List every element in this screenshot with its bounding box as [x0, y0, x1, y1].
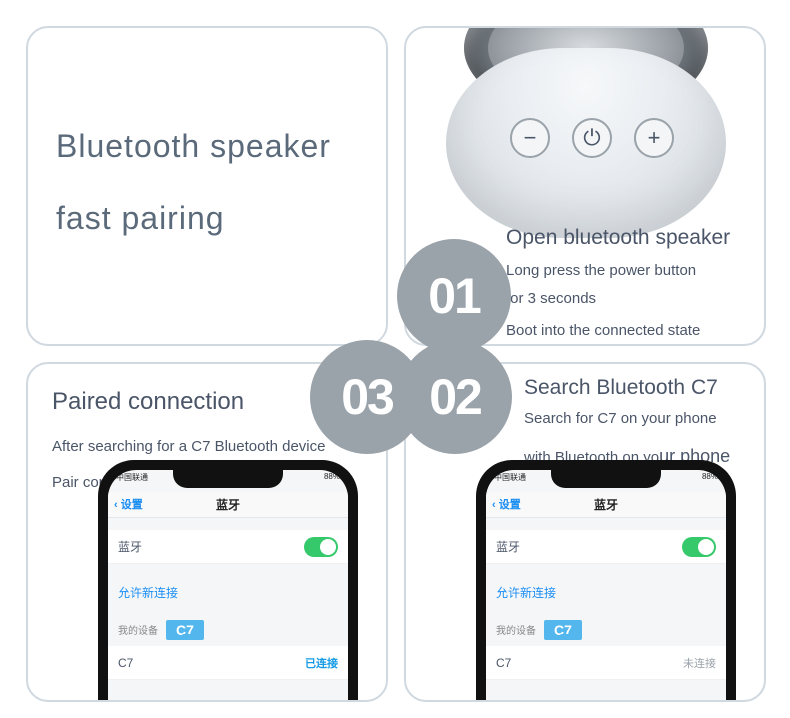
back-button[interactable]: ‹ 设置 [492, 496, 521, 512]
bluetooth-row[interactable]: 蓝牙 [108, 530, 348, 564]
step-02-line1: Search for C7 on your phone [524, 410, 717, 427]
phone-notch [173, 470, 283, 488]
nav-title: 蓝牙 [216, 496, 240, 513]
back-button[interactable]: ‹ 设置 [114, 496, 143, 512]
device-state-not-connected: 未连接 [683, 655, 716, 671]
allow-new-row[interactable]: 允许新连接 [486, 580, 726, 604]
step-03-line1: After searching for a C7 Bluetooth devic… [52, 438, 326, 455]
battery-label: 88% [702, 472, 718, 483]
minus-icon: − [510, 118, 550, 158]
step-01-title: Open bluetooth speaker [506, 226, 730, 250]
step-01-line1: Long press the power button [506, 262, 696, 279]
step-number-01: 01 [397, 239, 511, 353]
step-02-title: Search Bluetooth C7 [524, 376, 718, 400]
plus-icon: + [634, 118, 674, 158]
device-row-c7[interactable]: C7 已连接 [108, 646, 348, 680]
title-line-1: Bluetooth speaker [56, 128, 331, 165]
device-state-connected: 已连接 [305, 655, 338, 671]
nav-bar: ‹ 设置 蓝牙 [486, 492, 726, 518]
title-panel: Bluetooth speaker fast pairing [26, 26, 388, 346]
phone-notch [551, 470, 661, 488]
device-name: C7 [496, 656, 511, 670]
device-row-c7[interactable]: C7 未连接 [486, 646, 726, 680]
phone-mockup-left: 中国联通 88% ‹ 设置 蓝牙 蓝牙 允许新连接 我的设备 C7 C7 已连接 [98, 460, 358, 702]
step-01-line3: Boot into the connected state [506, 322, 700, 339]
speaker-illustration: − ⏻ + [426, 26, 746, 238]
step-03-title: Paired connection [52, 388, 244, 416]
allow-new-row[interactable]: 允许新连接 [108, 580, 348, 604]
c7-callout-tag: C7 [544, 620, 582, 640]
bluetooth-row[interactable]: 蓝牙 [486, 530, 726, 564]
power-icon: ⏻ [572, 118, 612, 158]
title-line-2: fast pairing [56, 200, 225, 237]
nav-bar: ‹ 设置 蓝牙 [108, 492, 348, 518]
phone-mockup-right: 中国联通 88% ‹ 设置 蓝牙 蓝牙 允许新连接 我的设备 C7 C7 未连接 [476, 460, 736, 702]
battery-label: 88% [324, 472, 340, 483]
c7-callout-tag: C7 [166, 620, 204, 640]
step-number-03: 03 [310, 340, 424, 454]
carrier-label: 中国联通 [116, 472, 148, 483]
bluetooth-toggle[interactable] [304, 537, 338, 557]
my-devices-label: 我的设备 [108, 620, 348, 638]
bluetooth-label: 蓝牙 [496, 538, 520, 555]
bluetooth-toggle[interactable] [682, 537, 716, 557]
nav-title: 蓝牙 [594, 496, 618, 513]
device-name: C7 [118, 656, 133, 670]
bluetooth-label: 蓝牙 [118, 538, 142, 555]
carrier-label: 中国联通 [494, 472, 526, 483]
step-01-line2: for 3 seconds [506, 290, 596, 307]
my-devices-label: 我的设备 [486, 620, 726, 638]
